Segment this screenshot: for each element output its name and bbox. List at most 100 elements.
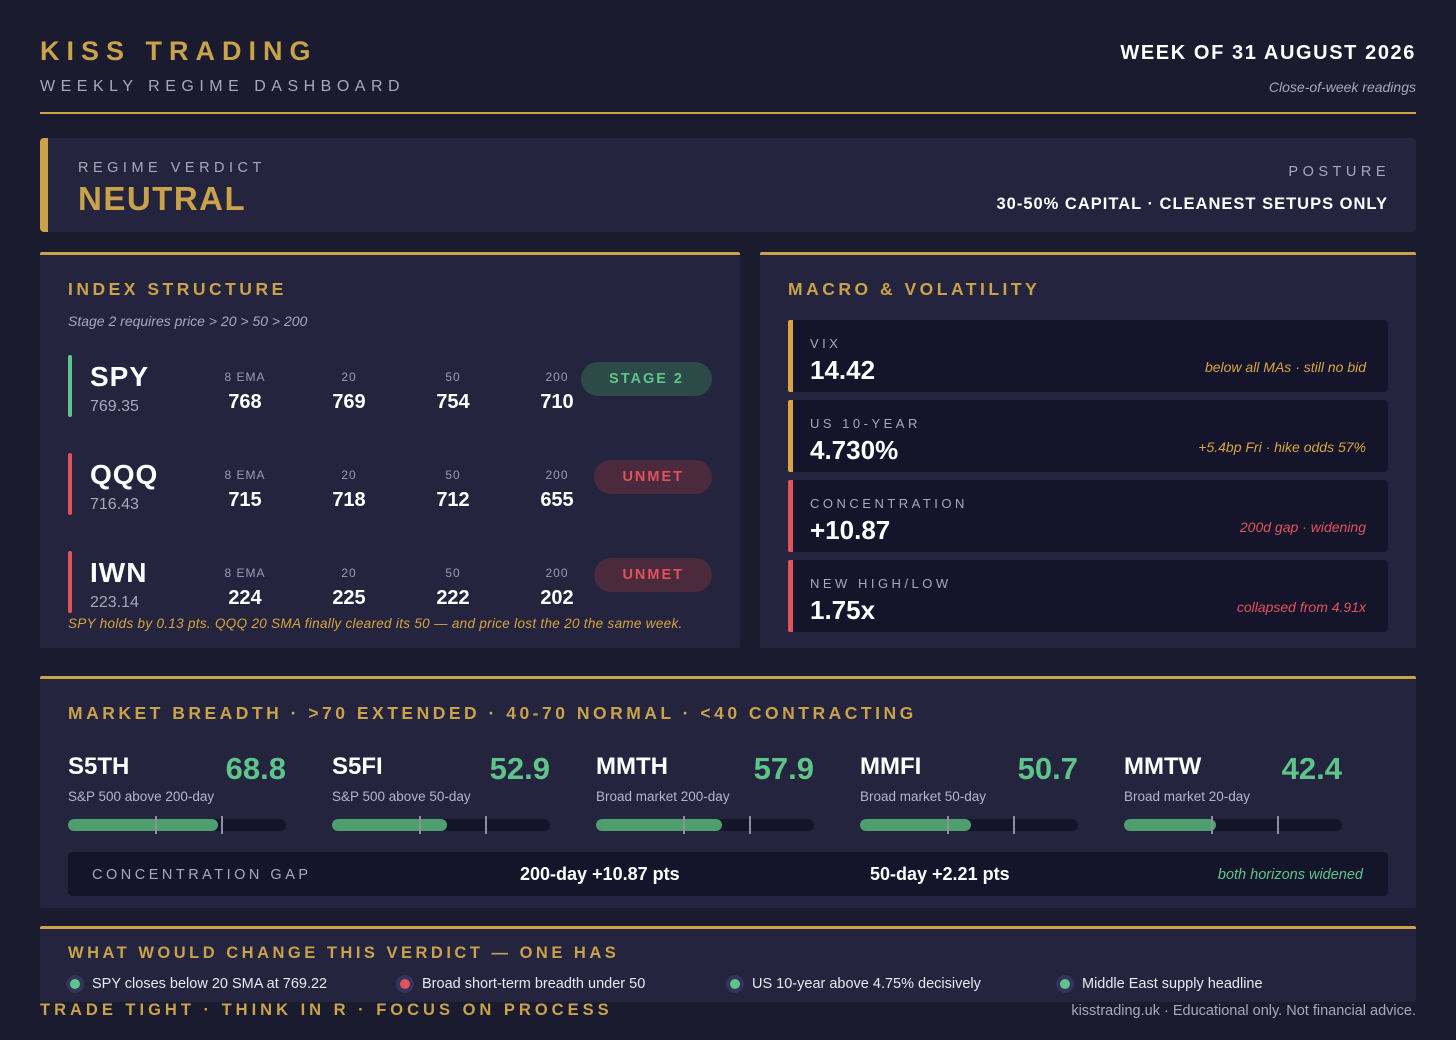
macro-card-new-high-low: NEW HIGH/LOW 1.75x collapsed from 4.91x	[788, 560, 1388, 632]
sma20-cell: 20 718	[309, 468, 389, 512]
stage-badge: UNMET	[594, 460, 712, 494]
card-accent	[788, 320, 793, 392]
index-row-spy: SPY 769.35 8 EMA 768 20 769 50 754 200 710 S…	[68, 355, 712, 417]
regime-verdict-card: REGIME VERDICT NEUTRAL POSTURE 30-50% CA…	[40, 138, 1416, 232]
ma-value: 710	[540, 391, 574, 413]
status-dot-core	[70, 979, 80, 989]
breadth-bar	[68, 816, 286, 834]
change-item-text: Middle East supply headline	[1082, 976, 1263, 992]
ma-value: 202	[540, 587, 574, 609]
ema8-cell: 8 EMA 715	[205, 468, 285, 512]
posture-value: 30-50% CAPITAL · CLEANEST SETUPS ONLY	[996, 195, 1388, 213]
ma-label: 200	[545, 566, 569, 580]
ma-value: 712	[436, 489, 470, 511]
ma-label: 20	[341, 468, 357, 482]
index-structure-note: Stage 2 requires price > 20 > 50 > 200	[68, 313, 308, 329]
change-item-text: SPY closes below 20 SMA at 769.22	[92, 976, 328, 992]
ma-label: 20	[341, 566, 357, 580]
breadth-value: 50.7	[1017, 751, 1078, 786]
macro-label: CONCENTRATION	[810, 496, 968, 511]
ma-label: 20	[341, 370, 357, 384]
macro-label: VIX	[810, 336, 842, 351]
macro-value: 14.42	[810, 355, 876, 385]
ma-label: 8 EMA	[224, 566, 266, 580]
breadth-name: MMTH	[596, 753, 668, 780]
ma-value: 224	[228, 587, 262, 609]
verdict-value: NEUTRAL	[78, 180, 247, 217]
ma-value: 222	[436, 587, 470, 609]
ma-value: 225	[332, 587, 366, 609]
macro-card-vix: VIX 14.42 below all MAs · still no bid	[788, 320, 1388, 392]
breadth-bar-fill	[1124, 819, 1216, 831]
ema8-cell: 8 EMA 768	[205, 370, 285, 414]
breadth-item-s5th: S5TH 68.8 S&P 500 above 200-day	[68, 751, 286, 841]
week-label: WEEK OF 31 AUGUST 2026	[1120, 42, 1416, 64]
footer-tagline: TRADE TIGHT · THINK IN R · FOCUS ON PROC…	[40, 1001, 613, 1019]
sma20-cell: 20 225	[309, 566, 389, 610]
change-item: Middle East supply headline	[1056, 975, 1263, 993]
sma50-cell: 50 712	[413, 468, 493, 512]
ticker-symbol: QQQ	[90, 459, 159, 490]
index-row-iwn: IWN 223.14 8 EMA 224 20 225 50 222 200 202 U…	[68, 551, 712, 613]
breadth-item-s5fi: S5FI 52.9 S&P 500 above 50-day	[332, 751, 550, 841]
breadth-threshold-40	[1211, 816, 1213, 834]
breadth-bar-fill	[596, 819, 722, 831]
ma-value: 754	[436, 391, 470, 413]
breadth-bar-fill	[68, 819, 218, 831]
market-breadth-panel: MARKET BREADTH · >70 EXTENDED · 40-70 NO…	[40, 676, 1416, 908]
macro-label: NEW HIGH/LOW	[810, 576, 952, 591]
macro-card-concentration: CONCENTRATION +10.87 200d gap · widening	[788, 480, 1388, 552]
ticker-price: 223.14	[90, 594, 139, 611]
breadth-threshold-40	[419, 816, 421, 834]
readings-note: Close-of-week readings	[1268, 79, 1416, 95]
card-accent	[788, 480, 793, 552]
breadth-desc: Broad market 20-day	[1124, 789, 1251, 804]
index-structure-panel: INDEX STRUCTURE Stage 2 requires price >…	[40, 252, 740, 648]
breadth-threshold-70	[749, 816, 751, 834]
ma-label: 8 EMA	[224, 370, 266, 384]
breadth-bar-fill	[860, 819, 971, 831]
concentration-gap-bar: CONCENTRATION GAP 200-day +10.87 pts 50-…	[68, 852, 1388, 896]
gap-50day: 50-day +2.21 pts	[870, 864, 1010, 884]
status-dot-core	[730, 979, 740, 989]
macro-note: below all MAs · still no bid	[1204, 359, 1366, 375]
sma20-cell: 20 769	[309, 370, 389, 414]
macro-volatility-panel: MACRO & VOLATILITY VIX 14.42 below all M…	[760, 252, 1416, 648]
row-accent	[68, 551, 72, 613]
ma-label: 200	[545, 468, 569, 482]
breadth-threshold-70	[1013, 816, 1015, 834]
macro-title: MACRO & VOLATILITY	[788, 279, 1041, 299]
sma50-cell: 50 754	[413, 370, 493, 414]
sma50-cell: 50 222	[413, 566, 493, 610]
gap-200day: 200-day +10.87 pts	[520, 864, 680, 884]
breadth-threshold-70	[221, 816, 223, 834]
gap-note: both horizons widened	[1217, 867, 1363, 883]
breadth-threshold-40	[683, 816, 685, 834]
macro-value: +10.87	[810, 515, 891, 545]
card-accent	[788, 560, 793, 632]
ema8-cell: 8 EMA 224	[205, 566, 285, 610]
change-item: US 10-year above 4.75% decisively	[726, 975, 981, 993]
breadth-bar	[860, 816, 1078, 834]
change-item: Broad short-term breadth under 50	[396, 975, 645, 993]
ticker-price: 769.35	[90, 398, 139, 415]
stage-badge: UNMET	[594, 558, 712, 592]
ma-value: 718	[332, 489, 366, 511]
change-item-text: Broad short-term breadth under 50	[422, 976, 646, 992]
breadth-threshold-70	[485, 816, 487, 834]
verdict-accent	[40, 138, 48, 232]
breadth-bar-fill	[332, 819, 447, 831]
macro-card-us10y: US 10-YEAR 4.730% +5.4bp Fri · hike odds…	[788, 400, 1388, 472]
breadth-threshold-40	[155, 816, 157, 834]
ma-label: 50	[445, 468, 461, 482]
status-dot-icon	[726, 975, 744, 993]
breadth-desc: S&P 500 above 200-day	[68, 789, 215, 804]
ticker-price: 716.43	[90, 496, 139, 513]
breadth-bar	[596, 816, 814, 834]
change-item-text: US 10-year above 4.75% decisively	[752, 976, 981, 992]
breadth-bar	[332, 816, 550, 834]
breadth-threshold-70	[1277, 816, 1279, 834]
status-dot-icon	[1056, 975, 1074, 993]
row-accent	[68, 355, 72, 417]
breadth-value: 57.9	[753, 751, 814, 786]
